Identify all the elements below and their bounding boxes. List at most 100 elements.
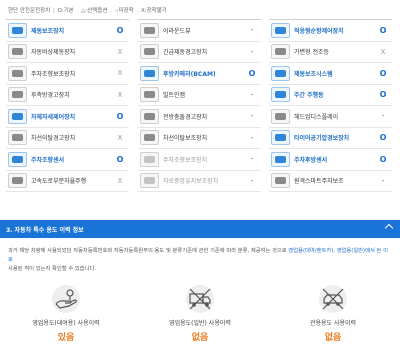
- feature-label: 긴급제동경고장치: [163, 49, 208, 57]
- feature-icon: [8, 173, 27, 189]
- feature-label: 헤드업디스플레이: [294, 113, 339, 121]
- feature-status-mark: -: [250, 26, 254, 35]
- feature-label: 타이어공기압경보장치: [294, 135, 350, 143]
- feature-status-mark: -: [250, 90, 254, 99]
- feature-status-mark: O: [379, 25, 387, 35]
- feature-label: 원격스마트주차보조: [294, 178, 344, 186]
- car-crossed-icon: [319, 285, 347, 313]
- use-history-government: 관용용도 사용이력 없음: [283, 284, 383, 343]
- feature-status-mark: -: [381, 112, 385, 121]
- feature-icon: [8, 130, 27, 146]
- feature-label: 주차조향보조장치: [163, 156, 208, 164]
- feature-label: 주간 주행등: [294, 92, 324, 100]
- feature-icon: [271, 108, 290, 124]
- feature-icon: [271, 130, 290, 146]
- feature-status-mark: O: [116, 25, 124, 35]
- feature-status-mark: -: [250, 176, 254, 185]
- feature-row: 주간 주행등 O: [269, 85, 392, 106]
- feature-label: 주차조향보조장치: [31, 70, 76, 78]
- use-label: 영업용도(대여용) 사용이력: [32, 320, 100, 327]
- feature-status-mark: X: [117, 69, 123, 78]
- feature-label: 적응형순항제어장치: [294, 27, 344, 35]
- feature-icon: [8, 87, 27, 103]
- feature-icon: [140, 108, 159, 124]
- feature-icon: [140, 65, 159, 81]
- feature-row: 긴급제동경고장치 -: [138, 42, 261, 63]
- feature-label: 차선이탈경고장치: [31, 135, 76, 143]
- section-header-special-use[interactable]: 3. 자동차 특수 용도 이력 정보: [0, 220, 400, 238]
- feature-row: 자동비상제동장치 X: [6, 42, 129, 63]
- feature-status-mark: O: [379, 133, 387, 143]
- feature-status-mark: O: [248, 68, 256, 78]
- feature-column-2: 어라운드뷰 - 긴급제동경고장치 - 후방카메라(BCAM) O 빌트인캠 - 전방충돌경고장치…: [138, 19, 261, 192]
- feature-icon: [271, 44, 290, 60]
- feature-icon: [140, 22, 159, 38]
- feature-status-mark: O: [116, 154, 124, 164]
- feature-icon: [271, 87, 290, 103]
- feature-row: 차선이탈경고장치 X: [6, 128, 129, 149]
- feature-label: 제동보조시스템: [294, 70, 333, 78]
- legend-basic: 기본: [63, 8, 74, 14]
- use-label: 관용용도 사용이력: [309, 320, 357, 327]
- legend: 현단 안전운전장치 | O:기본 , △:선택옵션 , -:미장착 , X:장착…: [8, 8, 167, 14]
- feature-icon: [140, 151, 159, 167]
- feature-row: 고속도로부분자율주행 X: [6, 171, 129, 192]
- feature-row: 차선이탈보조장치 -: [138, 128, 261, 149]
- feature-status-mark: X: [117, 47, 123, 56]
- feature-label: 차체자세제어장치: [31, 113, 76, 121]
- feature-icon: [140, 87, 159, 103]
- hand-key-icon: [52, 285, 80, 313]
- feature-icon: [8, 151, 27, 167]
- feature-icon: [271, 173, 290, 189]
- feature-row: 후측방경고장치 X: [6, 85, 129, 106]
- feature-row: 후방카메라(BCAM) O: [138, 63, 261, 85]
- feature-row: 제동보조시스템 O: [269, 63, 392, 85]
- feature-label: 가변형 전조등: [294, 49, 330, 57]
- feature-label: 후측방경고장치: [31, 92, 70, 100]
- feature-icon: [8, 22, 27, 38]
- feature-row: 어라운드뷰 -: [138, 20, 261, 42]
- feature-label: 자동비상제동장치: [31, 49, 76, 57]
- use-value: 없음: [324, 333, 342, 343]
- feature-column-1: 제동보조장치 O 자동비상제동장치 X 주차조향보조장치 X 후측방경고장치 X 차체자세제어장…: [6, 19, 129, 192]
- use-value: 있음: [57, 333, 75, 343]
- feature-label: 전방충돌경고장치: [163, 113, 208, 121]
- feature-row: 주차조향센서 O: [6, 149, 129, 171]
- feature-row: 주차조향보조장치 X: [6, 63, 129, 85]
- legend-unavailable: 장착불가: [146, 8, 167, 14]
- feature-label: 후방카메라(BCAM): [163, 70, 216, 78]
- feature-column-3: 적응형순항제어장치 O 가변형 전조등 X 제동보조시스템 O 주간 주행등 O 헤드업디스플레…: [269, 19, 392, 192]
- feature-status-mark: O: [379, 90, 387, 100]
- feature-status-mark: X: [117, 90, 123, 99]
- feature-label: 주차후방센서: [294, 156, 328, 164]
- feature-status-mark: X: [117, 133, 123, 142]
- feature-row: 빌트인캠 -: [138, 85, 261, 106]
- feature-icon: [140, 173, 159, 189]
- feature-icon: [271, 22, 290, 38]
- feature-row: 헤드업디스플레이 -: [269, 106, 392, 128]
- feature-label: 차로중앙유지보조장치: [163, 178, 219, 186]
- feature-label: 제동보조장치: [31, 27, 65, 35]
- legend-title: 현단 안전운전장치: [8, 8, 51, 14]
- use-history-commercial: 영업용도(일반) 사용이력 없음: [150, 284, 250, 343]
- feature-row: 원격스마트주차보조 -: [269, 171, 392, 192]
- use-value: 없음: [191, 333, 209, 343]
- feature-status-mark: O: [379, 68, 387, 78]
- feature-status-mark: -: [250, 133, 254, 142]
- feature-status-mark: -: [381, 176, 385, 185]
- feature-label: 차선이탈보조장치: [163, 135, 208, 143]
- feature-row: 가변형 전조등 X: [269, 42, 392, 63]
- use-history-panel: 영업용도(대여용) 사용이력 있음 영업용도(일반) 사용이력 없음 관용용도 …: [0, 284, 400, 354]
- use-history-rental: 영업용도(대여용) 사용이력 있음: [16, 284, 116, 343]
- feature-icon: [8, 44, 27, 60]
- feature-row: 차로중앙유지보조장치 -: [138, 171, 261, 192]
- legend-none: 미장착: [118, 8, 134, 14]
- feature-row: 주차조향보조장치 -: [138, 149, 261, 171]
- feature-label: 주차조향센서: [31, 156, 65, 164]
- feature-status-mark: -: [250, 47, 254, 56]
- feature-icon: [140, 130, 159, 146]
- use-label: 영업용도(일반) 사용이력: [169, 320, 231, 327]
- feature-icon: [8, 108, 27, 124]
- feature-row: 차체자세제어장치 O: [6, 106, 129, 128]
- feature-icon: [271, 65, 290, 81]
